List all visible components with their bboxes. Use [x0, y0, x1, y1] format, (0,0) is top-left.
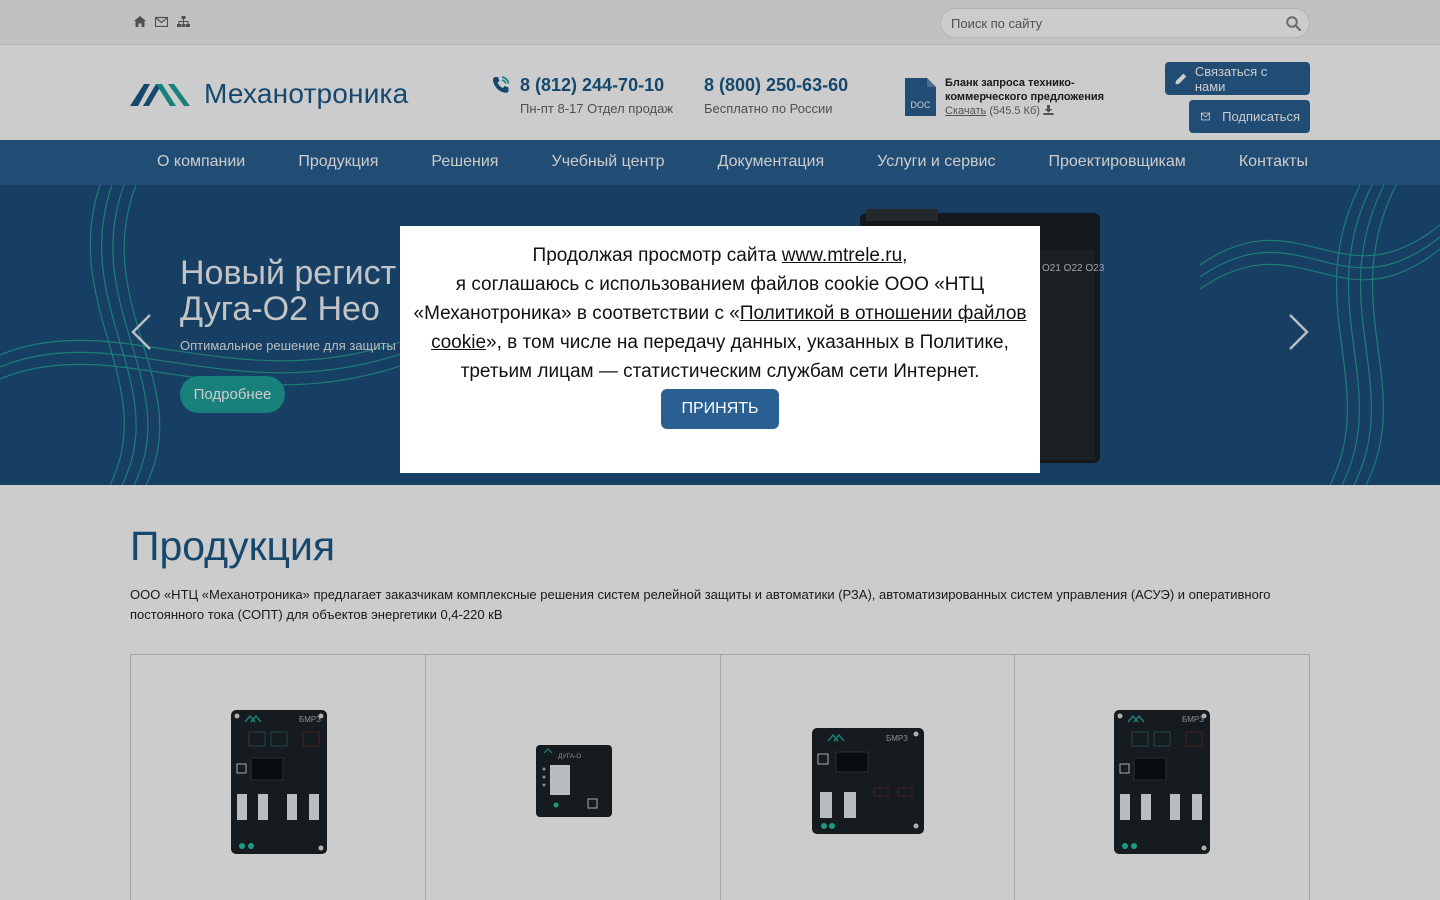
cookie-consent-modal: Продолжая просмотр сайта www.mtrele.ru, …	[400, 226, 1040, 473]
accept-cookies-button[interactable]: ПРИНЯТЬ	[661, 389, 779, 429]
cookie-text-part3: », в том числе на передачу данных, указа…	[460, 332, 1009, 382]
cookie-text-part1: Продолжая просмотр сайта	[532, 245, 782, 266]
cookie-consent-text: Продолжая просмотр сайта www.mtrele.ru, …	[400, 241, 1040, 386]
site-link[interactable]: www.mtrele.ru	[782, 245, 902, 266]
cookie-text-comma: ,	[902, 245, 908, 266]
